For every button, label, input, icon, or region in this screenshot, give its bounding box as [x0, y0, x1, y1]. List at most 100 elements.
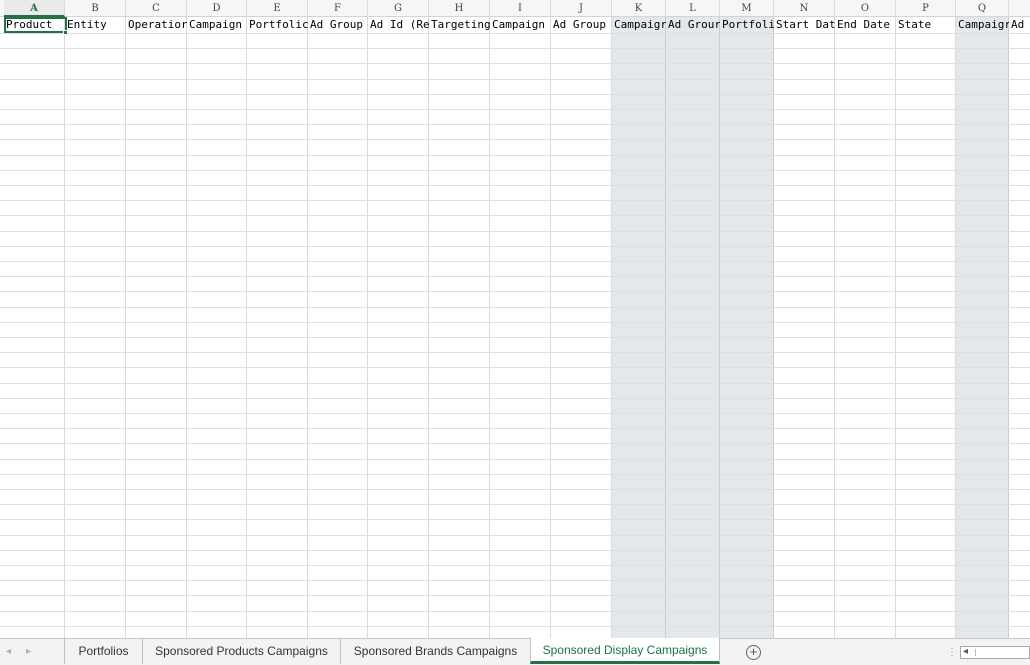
sheet-tab-bar: ◂ ▸ Portfolios Sponsored Products Campai…	[0, 638, 1030, 665]
tab-sponsored-brands-campaigns[interactable]: Sponsored Brands Campaigns	[340, 639, 530, 664]
header-cell[interactable]: Ad	[1009, 17, 1030, 33]
tab-sponsored-products-campaigns[interactable]: Sponsored Products Campaigns	[142, 639, 340, 664]
row-gridline	[0, 428, 1030, 429]
row-gridline	[0, 200, 1030, 201]
header-cell[interactable]: Ad Group	[551, 17, 612, 33]
row-gridline	[0, 611, 1030, 612]
column-letter[interactable]: O	[835, 0, 896, 17]
column-band	[551, 17, 612, 638]
row-gridline	[0, 489, 1030, 490]
column-letter[interactable]: K	[612, 0, 666, 17]
row-gridline	[0, 307, 1030, 308]
column-band	[247, 17, 308, 638]
row-gridline	[0, 215, 1030, 216]
scrollbar-thumb[interactable]	[975, 649, 1029, 656]
row-gridline	[0, 63, 1030, 64]
row-gridline	[0, 398, 1030, 399]
spreadsheet-grid[interactable]: ABCDEFGHIJKLMNOPQ Product Entity Operatior…	[0, 0, 1030, 638]
row-gridline	[0, 565, 1030, 566]
next-sheet-icon[interactable]: ▸	[26, 646, 31, 657]
header-cell[interactable]: Portfolic	[247, 17, 308, 33]
header-cell[interactable]: Start Dat	[774, 17, 835, 33]
row-gridline	[0, 413, 1030, 414]
header-cell[interactable]: Entity	[65, 17, 126, 33]
column-header-row: ABCDEFGHIJKLMNOPQ	[0, 0, 1030, 17]
column-letter[interactable]: D	[187, 0, 247, 17]
column-letter[interactable]: L	[666, 0, 720, 17]
row-gridline	[0, 276, 1030, 277]
column-letter[interactable]	[1009, 0, 1030, 17]
column-letter[interactable]: M	[720, 0, 774, 17]
column-letter[interactable]: N	[774, 0, 835, 17]
column-band	[666, 17, 720, 638]
column-letter[interactable]: H	[429, 0, 490, 17]
fill-handle[interactable]	[63, 30, 68, 35]
column-band	[1009, 17, 1030, 638]
row-gridline	[0, 170, 1030, 171]
column-letter[interactable]: B	[65, 0, 126, 17]
column-band	[126, 17, 187, 638]
header-cell[interactable]: Portfoli	[720, 17, 774, 33]
row-gridline	[0, 519, 1030, 520]
column-letter[interactable]: F	[308, 0, 368, 17]
header-cell[interactable]: Operatior	[126, 17, 187, 33]
column-letter[interactable]: P	[896, 0, 956, 17]
row-gridline	[0, 48, 1030, 49]
column-band	[896, 17, 956, 638]
row-gridline	[0, 246, 1030, 247]
row-gridline	[0, 474, 1030, 475]
header-cell[interactable]: End Date	[835, 17, 896, 33]
tab-sponsored-display-campaigns[interactable]: Sponsored Display Campaigns	[530, 638, 720, 664]
row-gridline	[0, 109, 1030, 110]
header-cell[interactable]: Ad Id (Re	[368, 17, 429, 33]
row-gridline	[0, 580, 1030, 581]
row-gridline	[0, 550, 1030, 551]
row-gridline	[0, 124, 1030, 125]
column-band	[835, 17, 896, 638]
column-letter[interactable]: G	[368, 0, 429, 17]
row-gridline	[0, 94, 1030, 95]
row-gridline	[0, 33, 1030, 34]
row-gridline	[0, 443, 1030, 444]
header-cell[interactable]: State	[896, 17, 956, 33]
selected-cell-outline	[4, 17, 67, 33]
column-letter[interactable]: E	[247, 0, 308, 17]
tab-splitter-icon[interactable]: ⋮	[947, 647, 957, 658]
column-band	[65, 17, 126, 638]
scroll-left-icon[interactable]: ◂	[963, 646, 968, 657]
row-gridline	[0, 79, 1030, 80]
row-gridline	[0, 185, 1030, 186]
header-cell[interactable]: Campaign	[187, 17, 247, 33]
row-gridline	[0, 291, 1030, 292]
add-sheet-button[interactable]: +	[746, 645, 761, 660]
column-letter[interactable]: Q	[956, 0, 1009, 17]
row-gridline	[0, 459, 1030, 460]
row-gridline	[0, 383, 1030, 384]
header-cell[interactable]: Campaigr	[956, 17, 1009, 33]
row-gridline	[0, 352, 1030, 353]
column-band	[368, 17, 429, 638]
column-letter[interactable]: J	[551, 0, 612, 17]
column-letter[interactable]: A	[4, 0, 65, 17]
column-band	[4, 17, 65, 638]
row-gridline	[0, 322, 1030, 323]
plus-circle-icon: +	[749, 644, 758, 659]
column-letter[interactable]: I	[490, 0, 551, 17]
header-cell[interactable]: Ad Group	[308, 17, 368, 33]
row-gridline	[0, 595, 1030, 596]
tab-portfolios[interactable]: Portfolios	[64, 639, 142, 664]
row-gridline	[0, 337, 1030, 338]
header-cell[interactable]: Campaigr	[612, 17, 666, 33]
column-band	[612, 17, 666, 638]
column-band	[308, 17, 368, 638]
horizontal-scrollbar[interactable]: ◂	[960, 646, 1030, 659]
column-band	[187, 17, 247, 638]
column-band	[774, 17, 835, 638]
prev-sheet-icon[interactable]: ◂	[6, 646, 11, 657]
header-cell[interactable]: Campaign	[490, 17, 551, 33]
column-band	[429, 17, 490, 638]
header-cell[interactable]: Targeting	[429, 17, 490, 33]
column-band	[490, 17, 551, 638]
column-letter[interactable]: C	[126, 0, 187, 17]
header-cell[interactable]: Ad Grour	[666, 17, 720, 33]
